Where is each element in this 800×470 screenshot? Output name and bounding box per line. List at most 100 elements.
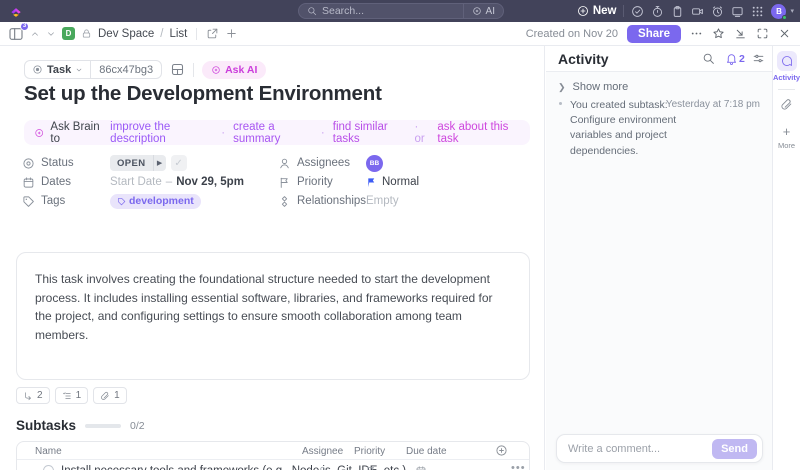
task-title[interactable]: Set up the Development Environment bbox=[24, 82, 382, 106]
close-icon[interactable] bbox=[778, 27, 791, 40]
column-priority[interactable]: Priority bbox=[354, 446, 385, 457]
new-button[interactable]: New bbox=[577, 5, 616, 17]
activity-tab-button[interactable] bbox=[776, 51, 797, 71]
set-due-date-icon[interactable] bbox=[415, 465, 427, 470]
space-avatar[interactable]: D bbox=[62, 27, 75, 40]
favorite-star-icon[interactable] bbox=[712, 27, 725, 40]
search-ai-button[interactable]: AI bbox=[462, 4, 503, 18]
activity-panel: Activity 2 ❯ Show more You created subta… bbox=[546, 46, 772, 470]
clickup-logo-icon[interactable] bbox=[9, 4, 23, 18]
column-due-date[interactable]: Due date bbox=[406, 446, 447, 457]
assignee-avatar[interactable]: BB bbox=[366, 154, 383, 172]
user-avatar[interactable]: B bbox=[771, 3, 788, 20]
subtasks-count-pill[interactable]: 2 bbox=[16, 387, 50, 404]
field-relationships-value[interactable]: Empty bbox=[366, 192, 399, 210]
notifications-count: 2 bbox=[739, 53, 745, 65]
status-next-icon[interactable]: ▶ bbox=[152, 155, 166, 171]
subtask-tree-icon[interactable] bbox=[170, 62, 185, 77]
reminder-clock-icon[interactable] bbox=[711, 5, 724, 18]
subtask-name[interactable]: Install necessary tools and frameworks (… bbox=[61, 465, 406, 470]
topbar-divider bbox=[623, 5, 625, 17]
column-name[interactable]: Name bbox=[35, 446, 62, 457]
record-video-icon[interactable] bbox=[691, 5, 704, 18]
attachments-tab-icon[interactable] bbox=[780, 98, 793, 111]
ask-about-task-link[interactable]: ask about this task bbox=[437, 121, 520, 145]
description-editor[interactable]: This task involves creating the foundati… bbox=[16, 252, 530, 380]
collapse-panel-icon[interactable] bbox=[734, 27, 747, 40]
checklists-count-pill[interactable]: 1 bbox=[54, 387, 89, 404]
field-relationships-label: Relationships bbox=[278, 192, 366, 210]
priority-flag-icon bbox=[368, 177, 375, 187]
add-view-icon[interactable] bbox=[225, 27, 238, 40]
column-assignee[interactable]: Assignee bbox=[302, 446, 343, 457]
checklist-icon bbox=[62, 391, 71, 399]
status-open-badge[interactable]: OPEN ▶ bbox=[110, 155, 166, 171]
todo-check-icon[interactable] bbox=[631, 5, 644, 18]
task-id[interactable]: 86cx47bg3 bbox=[90, 61, 161, 78]
chevron-down-icon[interactable] bbox=[46, 29, 56, 39]
comment-input[interactable] bbox=[557, 435, 707, 462]
comment-composer: Send bbox=[556, 434, 763, 463]
topbar-actions: New B ▾ bbox=[577, 0, 794, 22]
ask-ai-button[interactable]: Ask AI bbox=[202, 60, 267, 79]
subtasks-table-header: Name Assignee Priority Due date bbox=[17, 442, 529, 460]
create-summary-link[interactable]: create a summary bbox=[233, 121, 313, 145]
filter-icon[interactable] bbox=[752, 52, 765, 65]
send-button[interactable]: Send bbox=[712, 439, 757, 459]
paperclip-icon bbox=[101, 391, 109, 400]
tag-icon bbox=[117, 197, 126, 205]
task-type-pill: Task 86cx47bg3 bbox=[24, 60, 163, 79]
whiteboard-icon[interactable] bbox=[731, 5, 744, 18]
field-priority-value[interactable]: Normal bbox=[366, 173, 419, 191]
status-target-icon bbox=[23, 157, 34, 169]
share-button[interactable]: Share bbox=[627, 24, 681, 43]
top-bar: Search... AI New B ▾ bbox=[0, 0, 800, 22]
task-type-icon bbox=[33, 65, 42, 74]
apps-grid-icon[interactable] bbox=[751, 5, 764, 18]
chevron-up-icon[interactable] bbox=[30, 29, 40, 39]
move-task-icon[interactable] bbox=[206, 27, 219, 40]
clipboard-icon[interactable] bbox=[671, 5, 684, 18]
show-more-toggle[interactable]: ❯ Show more bbox=[558, 81, 628, 93]
improve-description-link[interactable]: improve the description bbox=[110, 121, 213, 145]
breadcrumb-space[interactable]: Dev Space bbox=[98, 28, 154, 40]
start-date-label: Start Date bbox=[110, 176, 162, 188]
find-similar-link[interactable]: find similar tasks bbox=[333, 121, 407, 145]
attachments-count-pill[interactable]: 1 bbox=[93, 387, 127, 404]
ai-icon bbox=[472, 7, 481, 15]
add-column-icon[interactable] bbox=[495, 444, 508, 457]
timer-icon[interactable] bbox=[651, 5, 664, 18]
ask-brain-banner: Ask Brain to improve the description · c… bbox=[24, 120, 530, 145]
mark-complete-button[interactable]: ✓ bbox=[170, 155, 187, 171]
subtasks-progress-bar bbox=[85, 423, 122, 428]
more-actions-icon[interactable] bbox=[690, 27, 703, 40]
toolbar-left: 3 D Dev Space / List bbox=[8, 21, 238, 42]
task-type-selector[interactable]: Task bbox=[25, 64, 90, 76]
sidebar-toggle-icon[interactable]: 3 bbox=[8, 21, 29, 42]
lock-icon bbox=[82, 29, 91, 38]
global-search[interactable]: Search... AI bbox=[298, 3, 504, 19]
avatar-caret-icon[interactable]: ▾ bbox=[790, 7, 794, 15]
subtask-row[interactable]: Install necessary tools and frameworks (… bbox=[17, 460, 529, 470]
assign-person-icon[interactable] bbox=[317, 465, 329, 470]
fullscreen-icon[interactable] bbox=[756, 27, 769, 40]
set-priority-flag-icon[interactable] bbox=[365, 465, 377, 470]
due-date-value: Nov 29, 5pm bbox=[176, 176, 244, 188]
row-more-icon[interactable]: ••• bbox=[511, 462, 526, 470]
breadcrumb-list[interactable]: List bbox=[169, 28, 187, 40]
activity-search-icon[interactable] bbox=[702, 52, 715, 65]
chevron-right-icon: ❯ bbox=[558, 81, 566, 92]
task-toolbar: 3 D Dev Space / List Created on Nov 20 S… bbox=[0, 21, 800, 46]
tag-development[interactable]: development bbox=[110, 193, 201, 209]
entry-bullet bbox=[559, 102, 562, 105]
subtask-status-icon[interactable] bbox=[43, 465, 54, 470]
field-assignees-value: BB bbox=[366, 154, 383, 172]
brain-sparkle-icon bbox=[35, 128, 44, 137]
subtasks-table: Name Assignee Priority Due date Install … bbox=[16, 441, 530, 470]
notifications-bell-icon[interactable] bbox=[725, 52, 738, 65]
field-dates-value[interactable]: Start Date – Nov 29, 5pm bbox=[110, 173, 244, 191]
chevron-down-icon bbox=[76, 68, 82, 71]
add-tab-icon[interactable]: + bbox=[783, 125, 791, 138]
subtasks-title: Subtasks bbox=[16, 418, 77, 433]
plus-circle-icon bbox=[577, 6, 588, 16]
